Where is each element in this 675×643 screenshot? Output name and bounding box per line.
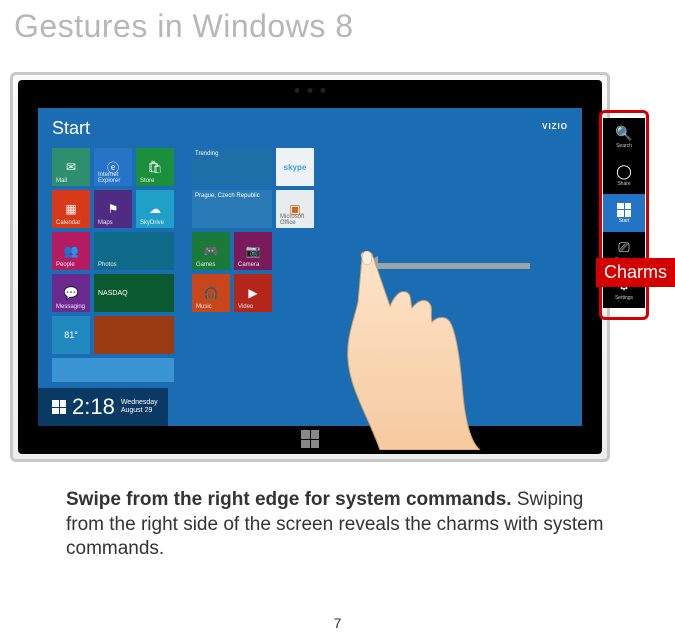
clock-panel: 2:18 Wednesday August 29 xyxy=(38,388,168,426)
tile-camera[interactable]: 📷Camera xyxy=(234,232,272,270)
music-icon: 🎧 xyxy=(204,286,219,300)
chat-icon: 💬 xyxy=(64,286,79,300)
mail-icon: ✉ xyxy=(66,160,76,174)
charms-callout-label: Charms xyxy=(596,258,675,287)
calendar-icon: ▦ xyxy=(65,202,76,216)
tile-mail[interactable]: ✉Mail xyxy=(52,148,90,186)
tile-video[interactable]: ▶Video xyxy=(234,274,272,312)
tile-store[interactable]: 🛍Store xyxy=(136,148,174,186)
tile-finance[interactable]: NASDAQ xyxy=(94,274,174,312)
tile-grid: ✉Mail ⓔInternet Explorer 🛍Store ▦Calenda… xyxy=(52,148,314,382)
tile-photos[interactable]: Photos xyxy=(94,232,174,270)
maps-icon: ⚑ xyxy=(108,202,119,216)
tile-games[interactable]: 🎮Games xyxy=(192,232,230,270)
windows-logo-icon xyxy=(52,400,66,414)
arrow-line xyxy=(374,263,530,269)
clock-day: Wednesday xyxy=(121,399,158,407)
camera-icon: 📷 xyxy=(246,244,261,258)
clock-time: 2:18 xyxy=(72,394,115,420)
games-icon: 🎮 xyxy=(204,244,219,258)
tile-office[interactable]: ▣Microsoft Office xyxy=(276,190,314,228)
tile-music[interactable]: 🎧Music xyxy=(192,274,230,312)
people-icon: 👥 xyxy=(64,244,79,258)
page-number: 7 xyxy=(334,615,342,631)
tile-weather[interactable]: 81° xyxy=(52,316,90,354)
tile-people[interactable]: 👥People xyxy=(52,232,90,270)
cloud-icon: ☁ xyxy=(149,202,161,216)
store-icon: 🛍 xyxy=(147,160,162,174)
tablet-camera xyxy=(295,88,326,93)
clock-date: August 29 xyxy=(121,407,158,415)
tile-messaging[interactable]: 💬Messaging xyxy=(52,274,90,312)
tile-maps[interactable]: ⚑Maps xyxy=(94,190,132,228)
page-title: Gestures in Windows 8 xyxy=(0,0,675,45)
tile-trending[interactable]: Trending xyxy=(192,148,272,186)
video-icon: ▶ xyxy=(248,286,257,300)
brand-label: VIZIO xyxy=(542,122,568,131)
windows-button[interactable] xyxy=(301,430,319,448)
start-label: Start xyxy=(52,118,90,139)
swipe-arrow xyxy=(360,260,530,272)
charms-highlight xyxy=(599,110,649,320)
instruction-text: Swipe from the right edge for system com… xyxy=(66,488,626,562)
tile-news[interactable] xyxy=(94,316,174,354)
tile-desktop[interactable] xyxy=(52,358,174,382)
tile-skydrive[interactable]: ☁SkyDrive xyxy=(136,190,174,228)
tile-skype[interactable]: skype xyxy=(276,148,314,186)
instruction-heading: Swipe from the right edge for system com… xyxy=(66,489,512,510)
tile-ie[interactable]: ⓔInternet Explorer xyxy=(94,148,132,186)
tile-calendar[interactable]: ▦Calendar xyxy=(52,190,90,228)
tile-travel[interactable]: Prague, Czech Republic xyxy=(192,190,272,228)
